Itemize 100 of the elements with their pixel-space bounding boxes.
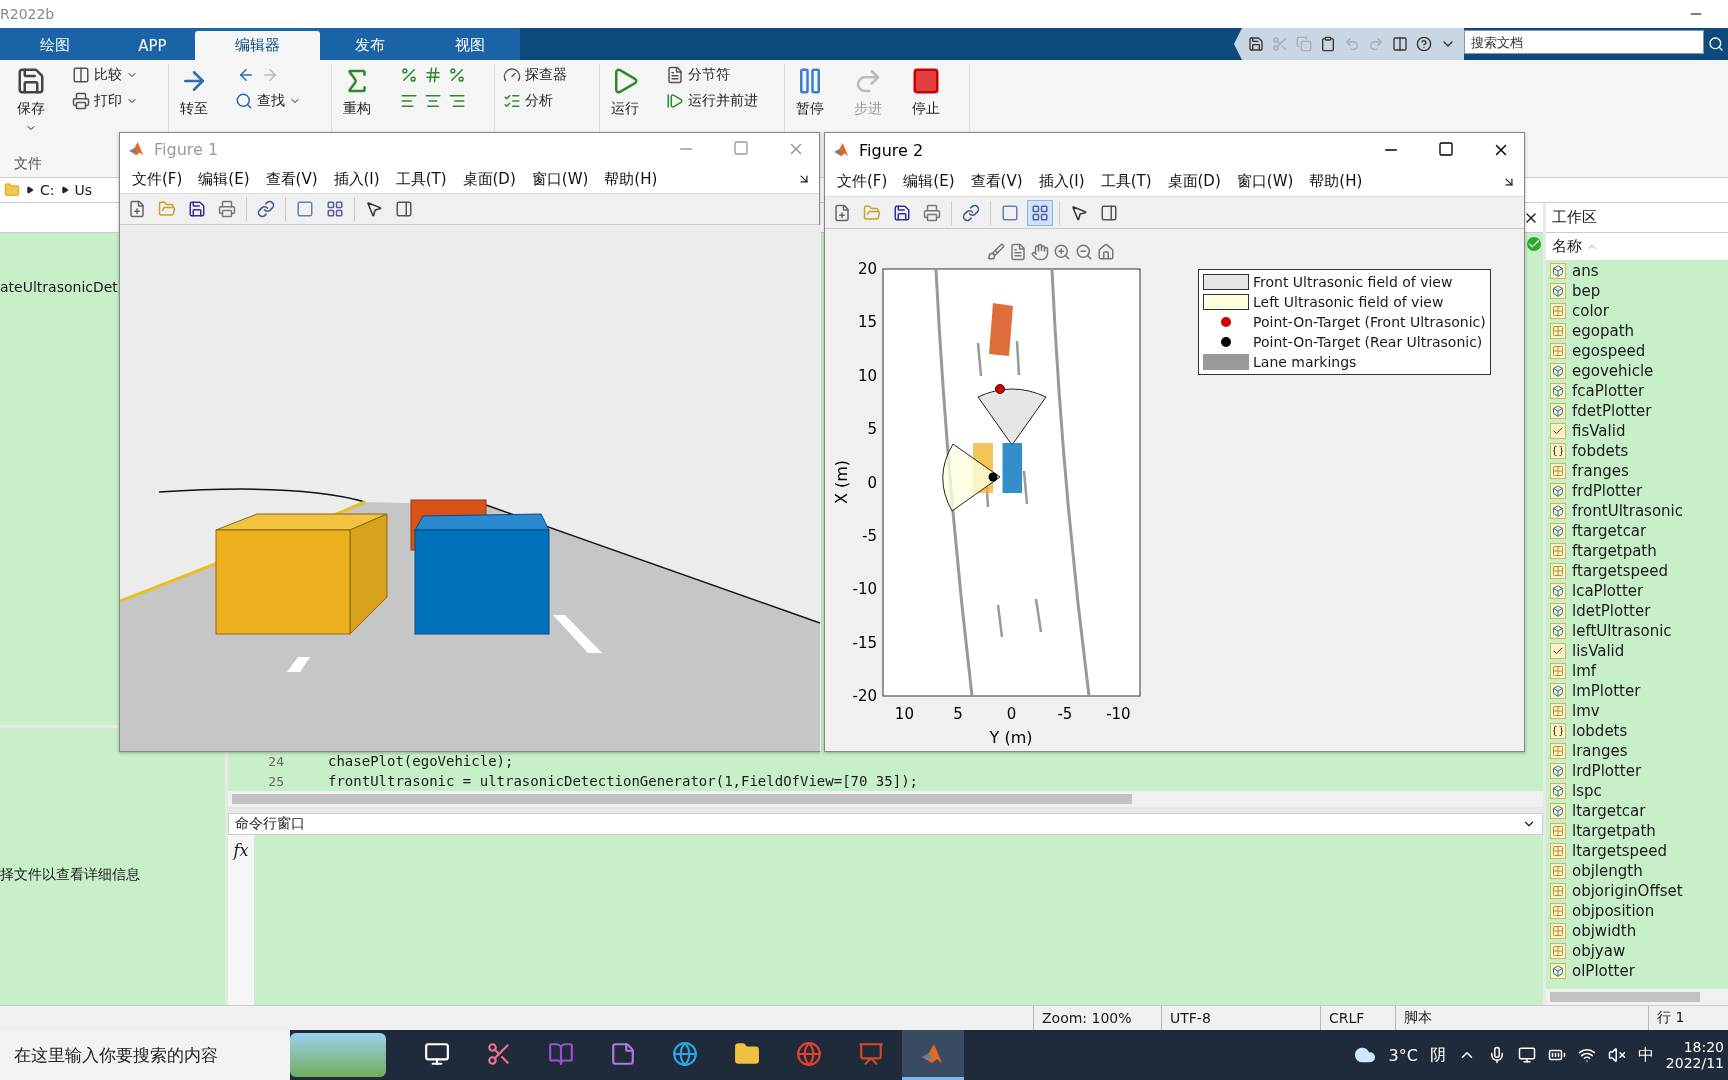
ribbon-button[interactable]: 分节符 [666,64,776,86]
variable-name[interactable]: frontUltrasonic [1572,502,1683,520]
variable-name[interactable]: ltargetcar [1572,802,1646,820]
file-name[interactable]: ateUltrasonicDet [0,279,118,295]
ribbon-tab[interactable]: 绘图 [0,31,110,60]
variable-name[interactable]: objlength [1572,862,1643,880]
folder-icon [734,1040,760,1067]
variable-name[interactable]: fdetPlotter [1572,402,1652,420]
variable-name[interactable]: egospeed [1572,342,1646,360]
ribbon-button[interactable]: 停止 [909,64,943,120]
ribbon-button[interactable]: 探查器 [503,64,591,86]
menu-item[interactable]: 桌面(D) [454,169,524,189]
variable-name[interactable]: lcaPlotter [1572,582,1644,600]
brush-icon[interactable] [987,243,1005,261]
wifi-icon[interactable] [1577,1046,1596,1064]
ribbon-tab[interactable]: 视图 [420,31,520,60]
weather-temperature: 3°C [1388,1045,1418,1065]
variable-name[interactable]: egopath [1572,322,1635,340]
path-segment[interactable]: C: [40,182,55,198]
input-method[interactable]: 中 [1637,1044,1654,1066]
ribbon-button[interactable]: 转至 [177,64,211,120]
variable-name[interactable]: ftargetcar [1572,522,1647,540]
variable-name[interactable]: olPlotter [1572,962,1635,980]
variable-name[interactable]: lrdPlotter [1572,762,1642,780]
volume-icon[interactable] [1607,1046,1626,1064]
ribbon-button[interactable]: 查找 [235,90,323,112]
pan-icon[interactable] [1031,243,1049,261]
menu-item[interactable]: 插入(I) [325,169,388,189]
ribbon-button[interactable]: 重构 [340,64,374,120]
zoom-out-icon[interactable] [1075,243,1093,261]
variable-name[interactable]: objwidth [1572,922,1637,940]
variable-name[interactable]: fcaPlotter [1572,382,1645,400]
menu-item[interactable]: 帮助(H) [596,169,666,189]
toolbar-button[interactable] [1027,199,1053,226]
variable-name[interactable]: color [1572,302,1609,320]
tick-label: 15 [857,313,877,332]
variable-name[interactable]: ftargetpath [1572,542,1657,560]
variable-name[interactable]: objposition [1572,902,1655,920]
ribbon-tab[interactable]: 发布 [320,31,420,60]
path-segment[interactable]: Us [74,182,93,198]
display-icon[interactable] [1517,1046,1536,1064]
ribbon-button[interactable]: 运行 [608,64,642,120]
variable-name[interactable]: lspc [1572,782,1602,800]
menu-item[interactable]: 工具(T) [387,169,455,189]
window-title: R2022b [0,6,55,22]
ribbon-button[interactable]: 保存 [14,64,48,136]
taskbar-search-field[interactable]: 在这里输入你要搜索的内容 [0,1030,290,1080]
ribbon-tab[interactable]: APP [110,31,195,60]
variable-name[interactable]: objyaw [1572,942,1626,960]
variable-name[interactable]: lisValid [1572,642,1625,660]
zoom-in-icon[interactable] [1053,243,1071,261]
menu-item[interactable]: 文件(F) [124,169,191,189]
ribbon-button[interactable]: 打印 [72,90,160,112]
variable-name[interactable]: lobdets [1572,722,1628,740]
menu-item[interactable]: 编辑(E) [895,172,963,191]
menu-item[interactable]: 插入(I) [1030,172,1093,191]
search-icon[interactable] [1708,36,1724,52]
variable-name[interactable]: fisValid [1572,422,1626,440]
grid-icon [1552,845,1564,857]
menu-item[interactable]: 文件(F) [829,172,896,191]
variable-name[interactable]: leftUltrasonic [1572,622,1672,640]
search-field[interactable]: 搜索文档 [1464,30,1704,54]
menu-item[interactable]: 查看(V) [257,169,326,189]
ribbon-button[interactable]: 分析 [503,90,591,112]
cube-icon [1552,505,1564,517]
menu-item[interactable]: 桌面(D) [1159,172,1229,191]
variable-name[interactable]: lmf [1572,662,1597,680]
variable-name[interactable]: frdPlotter [1572,482,1643,500]
scrollbar-thumb[interactable] [232,794,1132,804]
column-header[interactable]: 名称 [1552,237,1582,256]
menu-item[interactable]: 编辑(E) [190,169,258,189]
variable-name[interactable]: ltargetspeed [1572,842,1668,860]
ribbon-button[interactable]: 运行并前进 [666,90,776,112]
colorbar-icon [296,200,314,219]
variable-name[interactable]: ftargetspeed [1572,562,1668,580]
home-icon[interactable] [1097,243,1115,261]
line-number: 24 [267,753,284,769]
data-tips-icon[interactable] [1009,243,1027,261]
variable-name[interactable]: lmPlotter [1572,682,1641,700]
cube-icon [1552,405,1564,417]
scrollbar-thumb[interactable] [1550,992,1700,1002]
variable-name[interactable]: ltargetpath [1572,822,1656,840]
variable-name[interactable]: bep [1572,282,1601,300]
variable-name[interactable]: ans [1572,262,1599,280]
variable-name[interactable]: lranges [1572,742,1628,760]
variable-name[interactable]: egovehicle [1572,362,1654,380]
variable-name[interactable]: fobdets [1572,442,1629,460]
variable-name[interactable]: lmv [1572,702,1600,720]
ribbon-tab[interactable]: 编辑器 [195,31,320,60]
menu-item[interactable]: 窗口(W) [1228,172,1302,191]
maximize-icon[interactable] [1438,141,1454,157]
ribbon-button[interactable]: 比较 [72,64,160,86]
variable-name[interactable]: franges [1572,462,1629,480]
variable-name[interactable]: ldetPlotter [1572,602,1651,620]
menu-item[interactable]: 窗口(W) [523,169,597,189]
variable-name[interactable]: objoriginOffset [1572,882,1683,900]
menu-item[interactable]: 帮助(H) [1301,172,1371,191]
menu-item[interactable]: 工具(T) [1092,172,1160,191]
ribbon-button[interactable]: 暂停 [793,64,827,120]
menu-item[interactable]: 查看(V) [962,172,1031,191]
